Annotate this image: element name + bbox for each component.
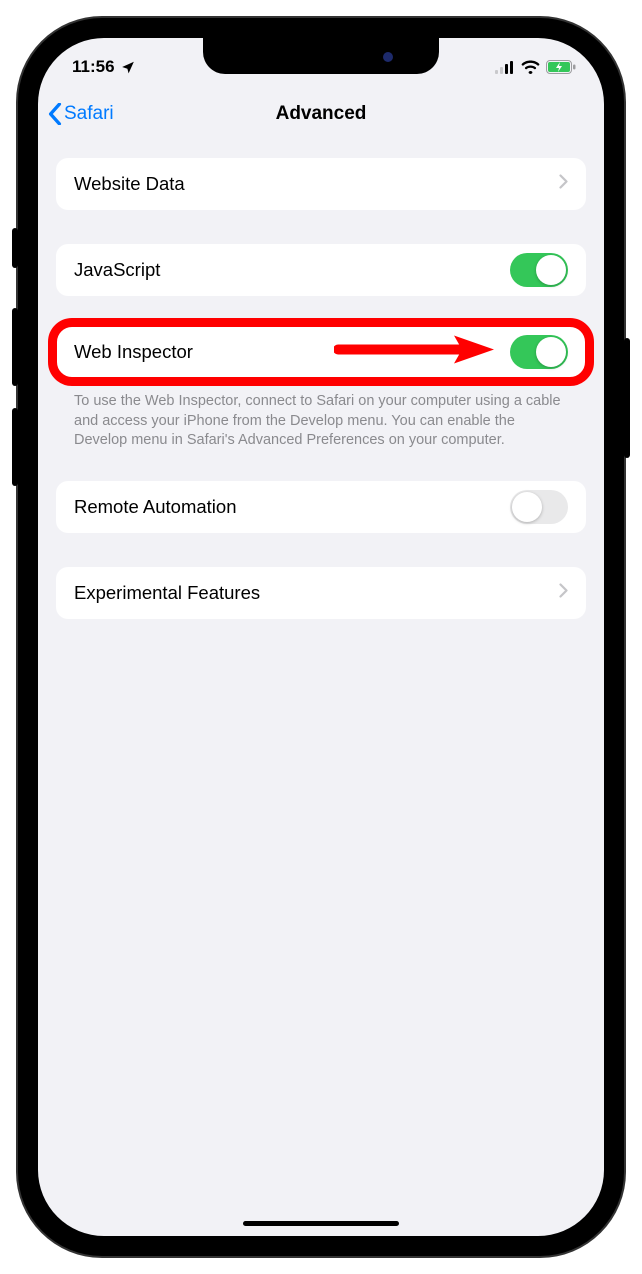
row-experimental-features[interactable]: Experimental Features	[56, 567, 586, 619]
volume-down-button	[12, 408, 18, 486]
phone-frame: 11:56	[18, 18, 624, 1256]
javascript-toggle[interactable]	[510, 253, 568, 287]
back-button[interactable]: Safari	[48, 103, 114, 125]
battery-charging-icon	[546, 60, 576, 74]
row-label: Experimental Features	[74, 582, 260, 604]
status-time: 11:56	[72, 57, 115, 77]
volume-up-button	[12, 308, 18, 386]
chevron-left-icon	[48, 103, 62, 125]
row-web-inspector[interactable]: Web Inspector	[56, 326, 586, 378]
home-indicator[interactable]	[243, 1221, 399, 1226]
row-label: JavaScript	[74, 259, 160, 281]
web-inspector-footer: To use the Web Inspector, connect to Saf…	[56, 384, 586, 451]
web-inspector-highlight: Web Inspector	[56, 326, 586, 378]
page-title: Advanced	[276, 103, 367, 125]
navigation-bar: Safari Advanced	[38, 88, 604, 140]
screen: 11:56	[38, 38, 604, 1236]
cellular-signal-icon	[495, 61, 515, 74]
notch	[203, 38, 439, 74]
chevron-right-icon	[559, 583, 568, 603]
back-label: Safari	[64, 103, 114, 125]
row-remote-automation[interactable]: Remote Automation	[56, 481, 586, 533]
row-label: Remote Automation	[74, 496, 236, 518]
chevron-right-icon	[559, 174, 568, 194]
web-inspector-toggle[interactable]	[510, 335, 568, 369]
wifi-icon	[521, 60, 540, 74]
remote-automation-toggle[interactable]	[510, 490, 568, 524]
mute-switch	[12, 228, 18, 268]
row-javascript[interactable]: JavaScript	[56, 244, 586, 296]
row-label: Web Inspector	[74, 341, 193, 363]
location-icon	[121, 60, 135, 74]
settings-content: Website Data JavaScript Web Inspector	[38, 140, 604, 619]
row-website-data[interactable]: Website Data	[56, 158, 586, 210]
side-button	[624, 338, 630, 458]
row-label: Website Data	[74, 173, 185, 195]
